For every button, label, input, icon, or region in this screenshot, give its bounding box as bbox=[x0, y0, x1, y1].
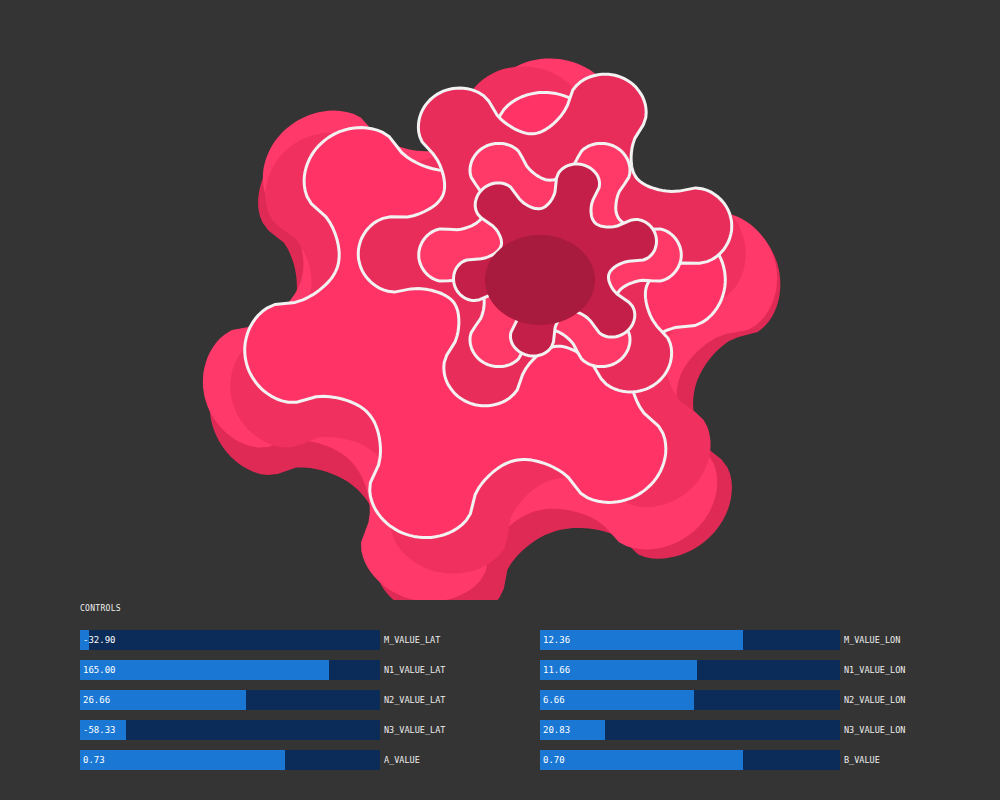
slider-value: 20.83 bbox=[540, 720, 840, 740]
right-column: 12.36M_VALUE_LON11.66N1_VALUE_LON6.66N2_… bbox=[540, 630, 1000, 770]
slider-label: N2_VALUE_LAT bbox=[384, 690, 445, 710]
slider-fill[interactable] bbox=[80, 750, 285, 770]
slider-label: N1_VALUE_LAT bbox=[384, 660, 445, 680]
controls-panel: CONTROLS -32.90M_VALUE_LAT165.00N1_VALUE… bbox=[0, 600, 1000, 770]
slider-row: -58.33N3_VALUE_LAT bbox=[80, 720, 540, 740]
slider-track[interactable]: 0.73 bbox=[80, 750, 380, 770]
slider-label: B_VALUE bbox=[844, 750, 880, 770]
slider-value: 0.73 bbox=[80, 750, 380, 770]
slider-row: 6.66N2_VALUE_LON bbox=[540, 690, 1000, 710]
slider-label: M_VALUE_LAT bbox=[384, 630, 440, 650]
slider-label: N2_VALUE_LON bbox=[844, 690, 905, 710]
slider-row: 20.83N3_VALUE_LON bbox=[540, 720, 1000, 740]
slider-label: N3_VALUE_LAT bbox=[384, 720, 445, 740]
slider-value: 165.00 bbox=[80, 660, 380, 680]
slider-label: A_VALUE bbox=[384, 750, 420, 770]
slider-row: 0.70B_VALUE bbox=[540, 750, 1000, 770]
slider-track[interactable]: 0.70 bbox=[540, 750, 840, 770]
slider-fill[interactable] bbox=[540, 750, 743, 770]
controls-title: CONTROLS bbox=[80, 603, 1000, 615]
slider-row: 165.00N1_VALUE_LAT bbox=[80, 660, 540, 680]
slider-row: 11.66N1_VALUE_LON bbox=[540, 660, 1000, 680]
slider-row: -32.90M_VALUE_LAT bbox=[80, 630, 540, 650]
slider-track[interactable]: 11.66 bbox=[540, 660, 840, 680]
slider-value: -32.90 bbox=[80, 630, 380, 650]
slider-value: 12.36 bbox=[540, 630, 840, 650]
slider-row: 0.73A_VALUE bbox=[80, 750, 540, 770]
slider-track[interactable]: 20.83 bbox=[540, 720, 840, 740]
slider-value: 26.66 bbox=[80, 690, 380, 710]
slider-row: 26.66N2_VALUE_LAT bbox=[80, 690, 540, 710]
slider-track[interactable]: 12.36 bbox=[540, 630, 840, 650]
slider-track[interactable]: -58.33 bbox=[80, 720, 380, 740]
slider-label: N1_VALUE_LON bbox=[844, 660, 905, 680]
slider-value: 6.66 bbox=[540, 690, 840, 710]
slider-track[interactable]: 165.00 bbox=[80, 660, 380, 680]
supershape-render[interactable] bbox=[0, 0, 1000, 600]
slider-track[interactable]: 6.66 bbox=[540, 690, 840, 710]
slider-value: 0.70 bbox=[540, 750, 840, 770]
left-column: -32.90M_VALUE_LAT165.00N1_VALUE_LAT26.66… bbox=[80, 630, 540, 770]
slider-value: -58.33 bbox=[80, 720, 380, 740]
slider-row: 12.36M_VALUE_LON bbox=[540, 630, 1000, 650]
slider-fill[interactable] bbox=[80, 660, 329, 680]
slider-value: 11.66 bbox=[540, 660, 840, 680]
slider-track[interactable]: -32.90 bbox=[80, 630, 380, 650]
slider-fill[interactable] bbox=[540, 630, 743, 650]
slider-label: N3_VALUE_LON bbox=[844, 720, 905, 740]
slider-label: M_VALUE_LON bbox=[844, 630, 900, 650]
slider-track[interactable]: 26.66 bbox=[80, 690, 380, 710]
